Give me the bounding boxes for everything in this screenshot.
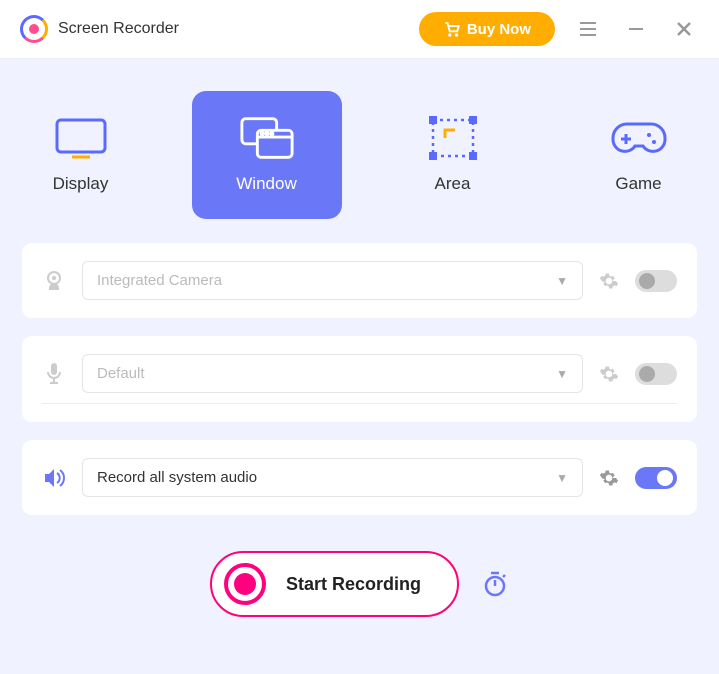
camera-panel: Integrated Camera ▼ — [22, 243, 697, 318]
speaker-icon — [42, 468, 66, 488]
mic-toggle[interactable] — [635, 363, 677, 385]
camera-settings-button[interactable] — [599, 271, 619, 291]
chevron-down-icon: ▼ — [556, 367, 568, 381]
record-label: Start Recording — [286, 574, 421, 595]
menu-icon[interactable] — [573, 14, 603, 44]
mode-label: Window — [236, 174, 296, 194]
mic-value: Default — [97, 365, 145, 382]
camera-value: Integrated Camera — [97, 272, 222, 289]
audio-toggle[interactable] — [635, 467, 677, 489]
mic-icon — [42, 362, 66, 386]
close-icon[interactable] — [669, 14, 699, 44]
audio-panel: Record all system audio ▼ — [22, 440, 697, 515]
camera-select[interactable]: Integrated Camera ▼ — [82, 261, 583, 300]
camera-toggle[interactable] — [635, 270, 677, 292]
bottom-bar: Start Recording — [0, 515, 719, 653]
app-logo-icon — [20, 15, 48, 43]
timer-button[interactable] — [481, 570, 509, 598]
window-icon — [239, 116, 295, 160]
audio-settings-button[interactable] — [599, 468, 619, 488]
area-icon — [425, 116, 481, 160]
mic-level-line — [42, 403, 677, 404]
mic-settings-button[interactable] — [599, 364, 619, 384]
mode-window[interactable]: Window — [192, 91, 342, 219]
minimize-icon[interactable] — [621, 14, 651, 44]
mode-game[interactable]: Game — [564, 91, 714, 219]
app-title: Screen Recorder — [58, 20, 179, 38]
record-icon — [224, 563, 266, 605]
mic-select[interactable]: Default ▼ — [82, 354, 583, 393]
mode-display[interactable]: Display — [6, 91, 156, 219]
mode-label: Display — [53, 174, 109, 194]
mode-area[interactable]: Area — [378, 91, 528, 219]
buy-now-button[interactable]: Buy Now — [419, 12, 555, 46]
mode-label: Area — [435, 174, 471, 194]
mode-selector: Display Window Area — [0, 59, 719, 243]
buy-label: Buy Now — [467, 21, 531, 38]
audio-value: Record all system audio — [97, 469, 257, 486]
display-icon — [53, 116, 109, 160]
titlebar: Screen Recorder Buy Now — [0, 0, 719, 59]
mode-label: Game — [615, 174, 661, 194]
audio-select[interactable]: Record all system audio ▼ — [82, 458, 583, 497]
chevron-down-icon: ▼ — [556, 471, 568, 485]
cart-icon — [443, 20, 461, 38]
start-recording-button[interactable]: Start Recording — [210, 551, 459, 617]
game-icon — [611, 116, 667, 160]
camera-icon — [42, 270, 66, 292]
mic-panel: Default ▼ — [22, 336, 697, 422]
chevron-down-icon: ▼ — [556, 274, 568, 288]
